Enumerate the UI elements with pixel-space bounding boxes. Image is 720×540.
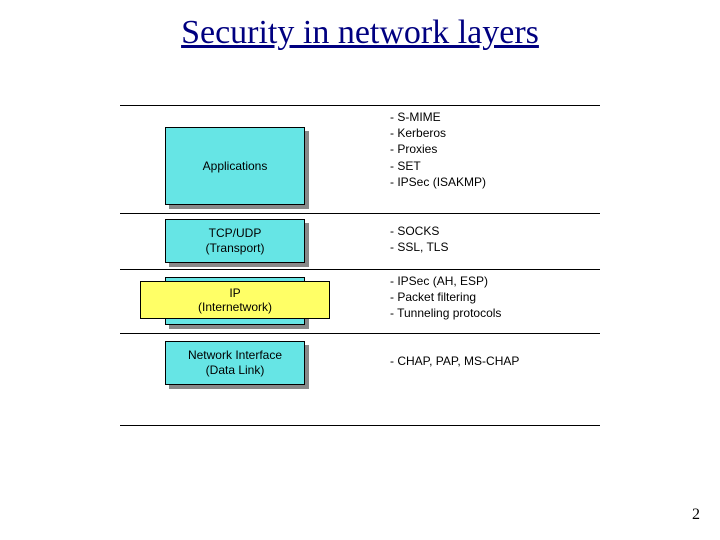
protocol-list-applications: S-MIME Kerberos Proxies SET IPSec (ISAKM… (390, 109, 600, 190)
layer-name: Applications (203, 159, 268, 174)
layer-name: IP (229, 286, 240, 300)
protocol-item: SSL, TLS (390, 239, 600, 255)
layer-box-inner: TCP/UDP (Transport) (165, 219, 305, 263)
layer-box-datalink: Network Interface (Data Link) (165, 341, 305, 385)
layer-box-transport: TCP/UDP (Transport) (165, 219, 305, 263)
protocol-list-ip: IPSec (AH, ESP) Packet filtering Tunneli… (390, 273, 600, 322)
layer-box-inner: Applications (165, 127, 305, 205)
protocol-item: CHAP, PAP, MS-CHAP (390, 353, 600, 369)
layer-box-inner: Network Interface (Data Link) (165, 341, 305, 385)
protocol-item: Kerberos (390, 125, 600, 141)
protocol-item: Proxies (390, 141, 600, 157)
protocol-item: SOCKS (390, 223, 600, 239)
layers-diagram: Applications S-MIME Kerberos Proxies SET… (120, 105, 600, 425)
protocol-list-transport: SOCKS SSL, TLS (390, 223, 600, 255)
protocol-item: IPSec (ISAKMP) (390, 174, 600, 190)
layer-name: Network Interface (188, 348, 282, 363)
protocol-item: Tunneling protocols (390, 305, 600, 321)
diagram-bottom-border (120, 425, 600, 426)
layer-name: TCP/UDP (209, 226, 262, 241)
protocol-item: S-MIME (390, 109, 600, 125)
layer-box-applications: Applications (165, 127, 305, 205)
slide-title: Security in network layers (0, 0, 720, 52)
row-separator (120, 333, 600, 334)
protocol-item: IPSec (AH, ESP) (390, 273, 600, 289)
layer-subtitle: (Data Link) (206, 363, 265, 378)
layer-subtitle: (Transport) (206, 241, 265, 256)
row-separator (120, 269, 600, 270)
protocol-item: Packet filtering (390, 289, 600, 305)
layer-box-ip: IP (Internetwork) (140, 281, 330, 319)
row-separator (120, 213, 600, 214)
page-number: 2 (692, 506, 700, 524)
layer-subtitle: (Internetwork) (198, 300, 272, 314)
protocol-item: SET (390, 158, 600, 174)
protocol-list-datalink: CHAP, PAP, MS-CHAP (390, 353, 600, 369)
diagram-top-border (120, 105, 600, 106)
